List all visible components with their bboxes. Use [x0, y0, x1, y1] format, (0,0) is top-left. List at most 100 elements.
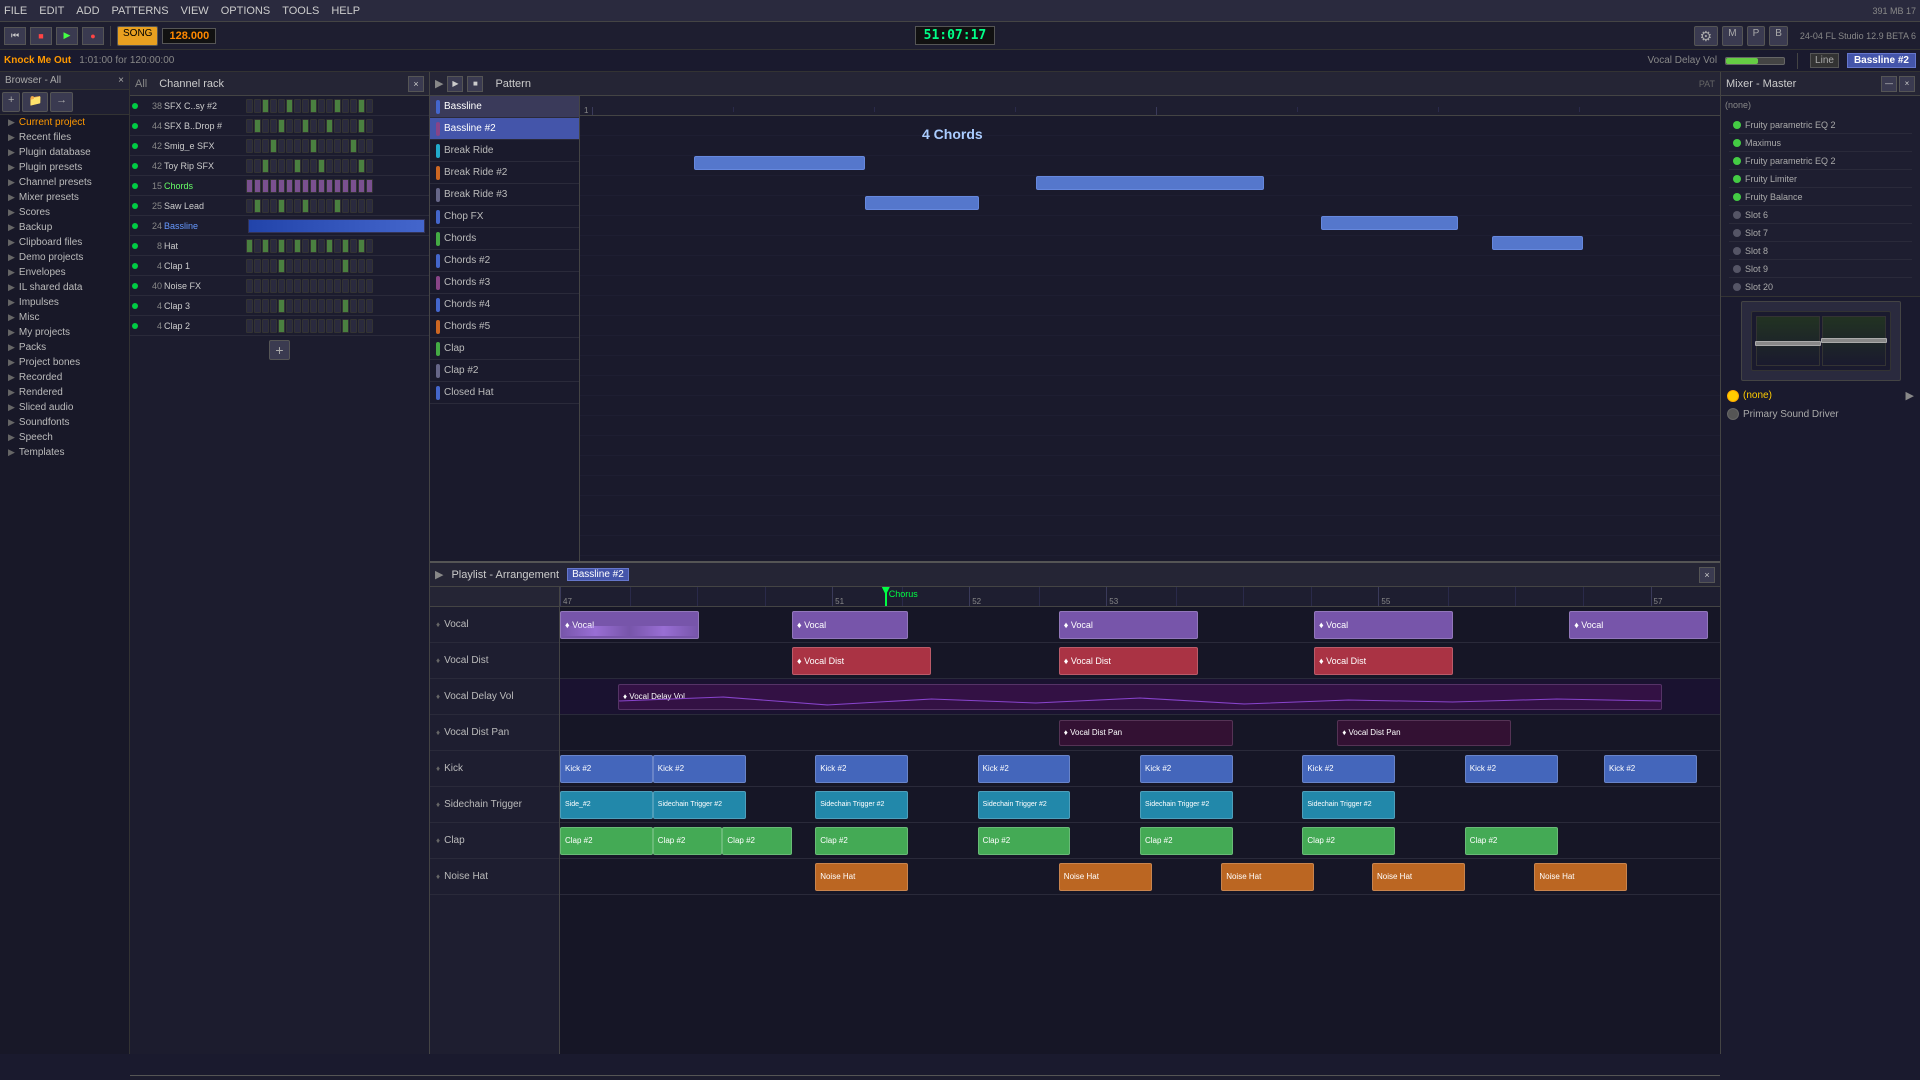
clip-sidechain-3[interactable]: Sidechain Trigger #2: [815, 791, 908, 819]
settings-button[interactable]: ⚙: [1694, 26, 1719, 46]
track-label-vocal-dist-pan[interactable]: ♦ Vocal Dist Pan: [430, 715, 559, 751]
play-button[interactable]: ▶: [56, 27, 78, 45]
sidebar-item-project-bones[interactable]: ▶ Project bones: [0, 355, 129, 370]
channel-led[interactable]: [132, 323, 138, 329]
track-label-clap[interactable]: ♦ Clap: [430, 823, 559, 859]
channel-led[interactable]: [132, 283, 138, 289]
clip-clap[interactable]: Clap #2: [560, 827, 653, 855]
sidebar-item-speech[interactable]: ▶ Speech: [0, 430, 129, 445]
clip-kick-3[interactable]: Kick #2: [815, 755, 908, 783]
output-arrow[interactable]: ▶: [1906, 389, 1914, 402]
sidebar-item-demo[interactable]: ▶ Demo projects: [0, 250, 129, 265]
sidebar-item-templates[interactable]: ▶ Templates: [0, 445, 129, 460]
clip-sidechain-5[interactable]: Sidechain Trigger #2: [1140, 791, 1233, 819]
pattern-item-chords[interactable]: Chords: [430, 228, 579, 250]
sidebar-item-misc[interactable]: ▶ Misc: [0, 310, 129, 325]
song-mode-button[interactable]: SONG: [117, 26, 158, 46]
menu-view[interactable]: VIEW: [181, 5, 209, 17]
mixer-fx-fruity-eq-2[interactable]: Fruity parametric EQ 2: [1729, 116, 1912, 134]
pattern-item-closed-hat[interactable]: Closed Hat: [430, 382, 579, 404]
clip-clap-8[interactable]: Clap #2: [1465, 827, 1558, 855]
clip-clap-6[interactable]: Clap #2: [1140, 827, 1233, 855]
sidebar-item-my-projects[interactable]: ▶ My projects: [0, 325, 129, 340]
track-label-vocal-dist[interactable]: ♦ Vocal Dist: [430, 643, 559, 679]
mixer-fx-fruity-limiter[interactable]: Fruity Limiter: [1729, 170, 1912, 188]
clip-noise-hat-3[interactable]: Noise Hat: [1221, 863, 1314, 891]
clip-sidechain[interactable]: Side_#2: [560, 791, 653, 819]
menu-tools[interactable]: TOOLS: [282, 5, 319, 17]
mixer-button[interactable]: M: [1722, 26, 1742, 46]
clip-vocal-dist-pan[interactable]: ♦ Vocal Dist Pan: [1059, 720, 1233, 746]
pattern-item-bassline2[interactable]: Bassline #2: [430, 118, 579, 140]
sidebar-item-plugin-database[interactable]: ▶ Plugin database: [0, 145, 129, 160]
mixer-close[interactable]: ×: [1899, 76, 1915, 92]
clip-vocal-2[interactable]: ♦ Vocal: [792, 611, 908, 639]
track-label-noise-hat[interactable]: ♦ Noise Hat: [430, 859, 559, 895]
sidebar-item-soundfonts[interactable]: ▶ Soundfonts: [0, 415, 129, 430]
clip-noise-hat-4[interactable]: Noise Hat: [1372, 863, 1465, 891]
clip-vocal-dist-2[interactable]: ♦ Vocal Dist: [1059, 647, 1198, 675]
sidebar-item-clipboard[interactable]: ▶ Clipboard files: [0, 235, 129, 250]
clip-vocal-5[interactable]: ♦ Vocal: [1569, 611, 1708, 639]
add-channel-btn[interactable]: +: [269, 340, 289, 360]
track-label-kick[interactable]: ♦ Kick: [430, 751, 559, 787]
piano-roll-button[interactable]: P: [1747, 26, 1766, 46]
pattern-item-bassline[interactable]: Bassline: [430, 96, 579, 118]
menu-edit[interactable]: EDIT: [39, 5, 64, 17]
channel-led[interactable]: [132, 223, 138, 229]
clip-kick[interactable]: Kick #2: [560, 755, 653, 783]
current-pattern[interactable]: Bassline #2: [1847, 53, 1916, 68]
menu-file[interactable]: FILE: [4, 5, 27, 17]
piano-note[interactable]: [694, 156, 865, 170]
pattern-play-btn[interactable]: ▶: [447, 76, 463, 92]
clip-vocal-4[interactable]: ♦ Vocal: [1314, 611, 1453, 639]
mixer-fx-fruity-eq-2b[interactable]: Fruity parametric EQ 2: [1729, 152, 1912, 170]
clip-clap-2[interactable]: Clap #2: [653, 827, 723, 855]
mixer-fx-slot6[interactable]: Slot 6: [1729, 206, 1912, 224]
channel-led[interactable]: [132, 123, 138, 129]
pattern-item-break-ride3[interactable]: Break Ride #3: [430, 184, 579, 206]
browser-folder-btn[interactable]: 📁: [22, 92, 48, 112]
rewind-button[interactable]: ⏮: [4, 27, 26, 45]
pattern-item-break-ride2[interactable]: Break Ride #2: [430, 162, 579, 184]
channel-led[interactable]: [132, 103, 138, 109]
clip-noise-hat-2[interactable]: Noise Hat: [1059, 863, 1152, 891]
pattern-stop-btn[interactable]: ■: [467, 76, 483, 92]
line-mode[interactable]: Line: [1810, 53, 1839, 68]
channel-name[interactable]: SFX C..sy #2: [164, 101, 244, 111]
menu-add[interactable]: ADD: [76, 5, 99, 17]
clip-vocal-3[interactable]: ♦ Vocal: [1059, 611, 1198, 639]
track-label-vocal[interactable]: ♦ Vocal: [430, 607, 559, 643]
clip-noise-hat-5[interactable]: Noise Hat: [1534, 863, 1627, 891]
bpm-display[interactable]: 128.000: [162, 28, 216, 44]
channel-led[interactable]: [132, 163, 138, 169]
menu-patterns[interactable]: PATTERNS: [112, 5, 169, 17]
piano-note[interactable]: [1492, 236, 1583, 250]
mixer-fx-slot8[interactable]: Slot 8: [1729, 242, 1912, 260]
clip-vocal-dist-pan-2[interactable]: ♦ Vocal Dist Pan: [1337, 720, 1511, 746]
piano-note[interactable]: [1321, 216, 1458, 230]
clip-clap-7[interactable]: Clap #2: [1302, 827, 1395, 855]
sidebar-item-plugin-presets[interactable]: ▶ Plugin presets: [0, 160, 129, 175]
browser-button[interactable]: B: [1769, 26, 1788, 46]
browser-add-btn[interactable]: +: [2, 92, 20, 112]
channel-led[interactable]: [132, 183, 138, 189]
record-button[interactable]: ●: [82, 27, 104, 45]
clip-kick-8[interactable]: Kick #2: [1604, 755, 1697, 783]
pattern-item-chords2[interactable]: Chords #2: [430, 250, 579, 272]
clip-sidechain-2[interactable]: Sidechain Trigger #2: [653, 791, 746, 819]
sidebar-item-recent-files[interactable]: ▶ Recent files: [0, 130, 129, 145]
clip-clap-4[interactable]: Clap #2: [815, 827, 908, 855]
sidebar-item-sliced-audio[interactable]: ▶ Sliced audio: [0, 400, 129, 415]
clip-clap-3[interactable]: Clap #2: [722, 827, 792, 855]
channel-led[interactable]: [132, 303, 138, 309]
channel-led[interactable]: [132, 143, 138, 149]
piano-note[interactable]: [865, 196, 979, 210]
sidebar-item-rendered[interactable]: ▶ Rendered: [0, 385, 129, 400]
mixer-minimize[interactable]: —: [1881, 76, 1897, 92]
clip-kick-7[interactable]: Kick #2: [1465, 755, 1558, 783]
clip-kick-4[interactable]: Kick #2: [978, 755, 1071, 783]
sidebar-item-channel-presets[interactable]: ▶ Channel presets: [0, 175, 129, 190]
browser-arrow-btn[interactable]: →: [50, 92, 73, 112]
clip-vocal-dist[interactable]: ♦ Vocal Dist: [792, 647, 931, 675]
